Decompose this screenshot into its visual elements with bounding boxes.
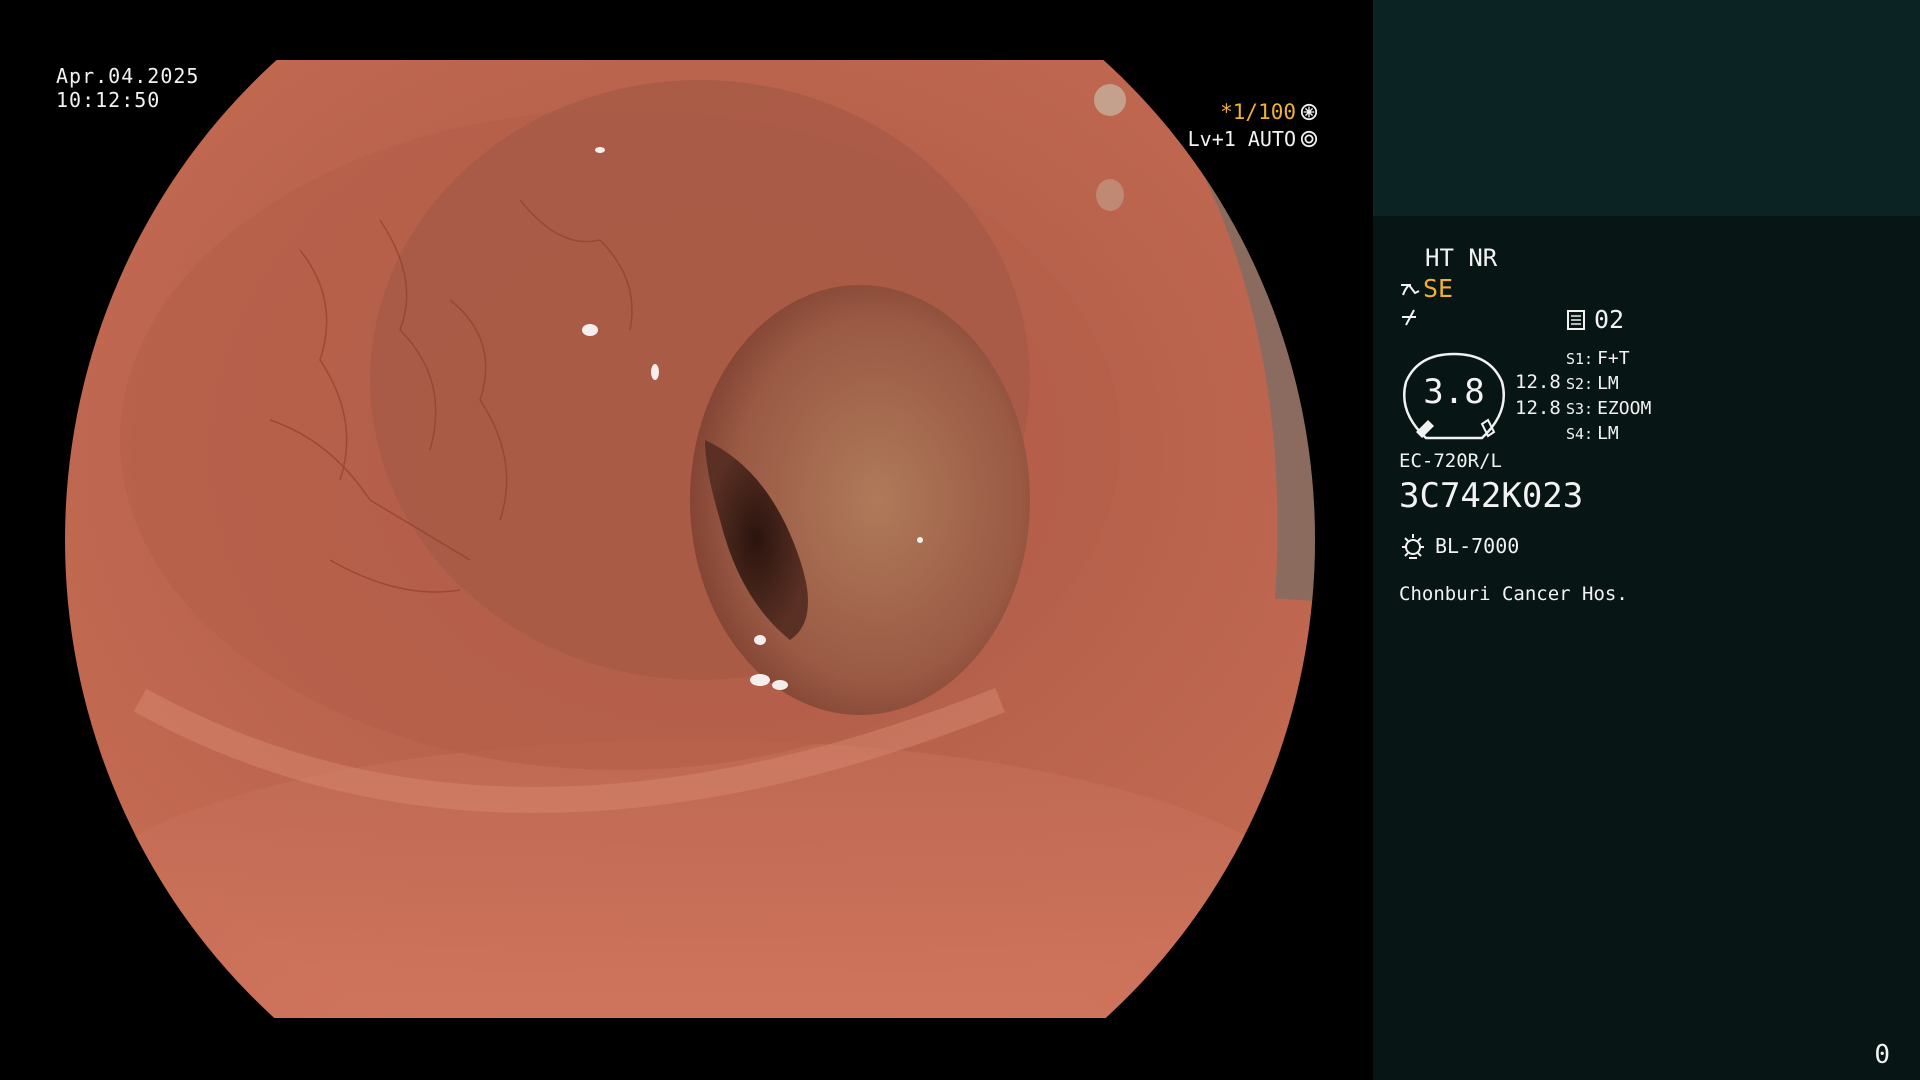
iris-indicator: Lv+1 AUTO: [1188, 127, 1318, 151]
shutter-indicator: *1/100: [1220, 100, 1318, 124]
mode-label: HT NR: [1425, 244, 1498, 272]
shutter-icon: [1300, 103, 1318, 121]
enhancement-label: SE: [1423, 274, 1454, 303]
switch-row-1: S1: F+T: [1566, 348, 1630, 369]
scope-serial: 3C742K023: [1399, 476, 1584, 516]
scope-model: EC-720R/L: [1399, 450, 1502, 472]
time-display: 10:12:50: [56, 88, 161, 112]
hospital-name: Chonburi Cancer Hos.: [1399, 583, 1628, 605]
iris-value: Lv+1 AUTO: [1187, 127, 1296, 151]
enhancement-row: SE: [1399, 274, 1453, 303]
shutter-value: *1/100: [1220, 100, 1296, 124]
gain-top: 12.8: [1515, 371, 1561, 393]
switch-row-3: S3: EZOOM: [1566, 398, 1652, 419]
image-counter: 0: [1874, 1040, 1890, 1070]
light-source-label: BL-7000: [1435, 534, 1520, 558]
iris-icon: [1300, 130, 1318, 148]
switch-row-2: S2: LM: [1566, 373, 1619, 394]
preset-row: 02: [1566, 305, 1624, 334]
switch-row-4: S4: LM: [1566, 423, 1619, 444]
preset-value: 02: [1594, 305, 1625, 334]
panel-header-area: [1373, 0, 1920, 216]
preset-icon: [1567, 309, 1585, 330]
info-panel: HT NR SE 02 3.8 12.8 12.8 S1: F+T S2: LM…: [1373, 0, 1920, 1080]
light-source-row: BL-7000: [1399, 532, 1519, 560]
gauge-value: 3.8: [1423, 372, 1485, 412]
sun-icon: [1402, 534, 1424, 559]
gain-bottom: 12.8: [1515, 397, 1561, 419]
enhancement-icon: [1401, 283, 1420, 295]
endoscope-image-area: Apr.04.2025 10:12:50 *1/100 Lv+1 AUTO: [0, 0, 1373, 1080]
colon-lumen-image: [65, 60, 1315, 1018]
date-display: Apr.04.2025: [56, 64, 200, 88]
not-equal-icon: [1399, 305, 1419, 333]
